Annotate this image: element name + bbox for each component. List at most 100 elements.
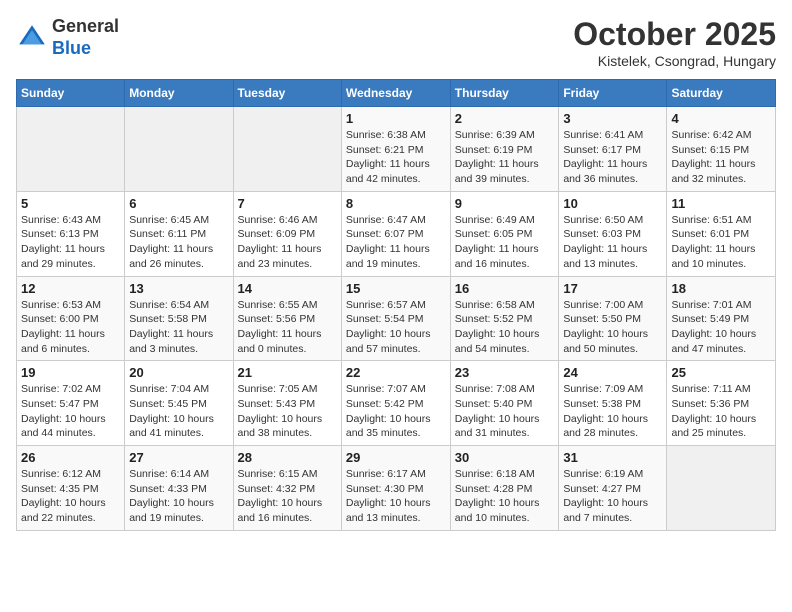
day-info: Sunrise: 6:19 AM Sunset: 4:27 PM Dayligh… xyxy=(563,467,662,526)
day-cell: 27 Sunrise: 6:14 AM Sunset: 4:33 PM Dayli… xyxy=(125,446,233,531)
day-cell: 21 Sunrise: 7:05 AM Sunset: 5:43 PM Dayli… xyxy=(233,361,341,446)
day-number: 13 xyxy=(129,281,228,296)
logo-general: General xyxy=(52,16,119,38)
weekday-header-monday: Monday xyxy=(125,80,233,107)
day-cell xyxy=(667,446,776,531)
day-cell: 14 Sunrise: 6:55 AM Sunset: 5:56 PM Dayli… xyxy=(233,276,341,361)
calendar-body: 1 Sunrise: 6:38 AM Sunset: 6:21 PM Daylig… xyxy=(17,107,776,531)
day-info: Sunrise: 7:08 AM Sunset: 5:40 PM Dayligh… xyxy=(455,382,555,441)
weekday-header-sunday: Sunday xyxy=(17,80,125,107)
day-info: Sunrise: 6:18 AM Sunset: 4:28 PM Dayligh… xyxy=(455,467,555,526)
day-info: Sunrise: 7:02 AM Sunset: 5:47 PM Dayligh… xyxy=(21,382,120,441)
day-number: 12 xyxy=(21,281,120,296)
day-number: 31 xyxy=(563,450,662,465)
day-info: Sunrise: 6:50 AM Sunset: 6:03 PM Dayligh… xyxy=(563,213,662,272)
calendar-header: SundayMondayTuesdayWednesdayThursdayFrid… xyxy=(17,80,776,107)
day-info: Sunrise: 6:55 AM Sunset: 5:56 PM Dayligh… xyxy=(238,298,337,357)
weekday-header-saturday: Saturday xyxy=(667,80,776,107)
day-cell: 17 Sunrise: 7:00 AM Sunset: 5:50 PM Dayli… xyxy=(559,276,667,361)
day-cell: 22Sunrise: 7:07 AM Sunset: 5:42 PM Dayli… xyxy=(341,361,450,446)
day-info: Sunrise: 6:51 AM Sunset: 6:01 PM Dayligh… xyxy=(671,213,771,272)
day-info: Sunrise: 7:04 AM Sunset: 5:45 PM Dayligh… xyxy=(129,382,228,441)
day-info: Sunrise: 6:17 AM Sunset: 4:30 PM Dayligh… xyxy=(346,467,446,526)
day-number: 5 xyxy=(21,196,120,211)
location: Kistelek, Csongrad, Hungary xyxy=(573,53,776,69)
day-cell: 23Sunrise: 7:08 AM Sunset: 5:40 PM Dayli… xyxy=(450,361,559,446)
day-number: 2 xyxy=(455,111,555,126)
week-row-3: 12 Sunrise: 6:53 AM Sunset: 6:00 PM Dayli… xyxy=(17,276,776,361)
day-info: Sunrise: 7:05 AM Sunset: 5:43 PM Dayligh… xyxy=(238,382,337,441)
day-info: Sunrise: 6:38 AM Sunset: 6:21 PM Dayligh… xyxy=(346,128,446,187)
day-cell: 2Sunrise: 6:39 AM Sunset: 6:19 PM Daylig… xyxy=(450,107,559,192)
day-number: 14 xyxy=(238,281,337,296)
day-number: 16 xyxy=(455,281,555,296)
day-number: 9 xyxy=(455,196,555,211)
day-info: Sunrise: 6:46 AM Sunset: 6:09 PM Dayligh… xyxy=(238,213,337,272)
day-cell: 19 Sunrise: 7:02 AM Sunset: 5:47 PM Dayli… xyxy=(17,361,125,446)
day-cell: 16Sunrise: 6:58 AM Sunset: 5:52 PM Dayli… xyxy=(450,276,559,361)
day-cell xyxy=(125,107,233,192)
week-row-1: 1 Sunrise: 6:38 AM Sunset: 6:21 PM Daylig… xyxy=(17,107,776,192)
week-row-2: 5 Sunrise: 6:43 AM Sunset: 6:13 PM Daylig… xyxy=(17,191,776,276)
day-info: Sunrise: 7:00 AM Sunset: 5:50 PM Dayligh… xyxy=(563,298,662,357)
day-number: 10 xyxy=(563,196,662,211)
day-cell: 5 Sunrise: 6:43 AM Sunset: 6:13 PM Daylig… xyxy=(17,191,125,276)
page-header: General Blue October 2025 Kistelek, Cson… xyxy=(16,16,776,69)
day-info: Sunrise: 6:42 AM Sunset: 6:15 PM Dayligh… xyxy=(671,128,771,187)
day-cell: 1 Sunrise: 6:38 AM Sunset: 6:21 PM Daylig… xyxy=(341,107,450,192)
day-cell: 20 Sunrise: 7:04 AM Sunset: 5:45 PM Dayli… xyxy=(125,361,233,446)
day-number: 6 xyxy=(129,196,228,211)
weekday-header-wednesday: Wednesday xyxy=(341,80,450,107)
day-cell: 30 Sunrise: 6:18 AM Sunset: 4:28 PM Dayli… xyxy=(450,446,559,531)
day-cell: 8Sunrise: 6:47 AM Sunset: 6:07 PM Daylig… xyxy=(341,191,450,276)
day-cell: 12 Sunrise: 6:53 AM Sunset: 6:00 PM Dayli… xyxy=(17,276,125,361)
day-cell: 3 Sunrise: 6:41 AM Sunset: 6:17 PM Daylig… xyxy=(559,107,667,192)
day-number: 20 xyxy=(129,365,228,380)
day-cell: 31 Sunrise: 6:19 AM Sunset: 4:27 PM Dayli… xyxy=(559,446,667,531)
day-number: 18 xyxy=(671,281,771,296)
day-cell: 6 Sunrise: 6:45 AM Sunset: 6:11 PM Daylig… xyxy=(125,191,233,276)
day-number: 24 xyxy=(563,365,662,380)
day-number: 7 xyxy=(238,196,337,211)
day-cell xyxy=(233,107,341,192)
day-info: Sunrise: 7:11 AM Sunset: 5:36 PM Dayligh… xyxy=(671,382,771,441)
day-cell: 26Sunrise: 6:12 AM Sunset: 4:35 PM Dayli… xyxy=(17,446,125,531)
day-cell: 11 Sunrise: 6:51 AM Sunset: 6:01 PM Dayli… xyxy=(667,191,776,276)
day-info: Sunrise: 6:53 AM Sunset: 6:00 PM Dayligh… xyxy=(21,298,120,357)
day-cell: 9Sunrise: 6:49 AM Sunset: 6:05 PM Daylig… xyxy=(450,191,559,276)
day-number: 4 xyxy=(671,111,771,126)
day-info: Sunrise: 7:09 AM Sunset: 5:38 PM Dayligh… xyxy=(563,382,662,441)
day-number: 15 xyxy=(346,281,446,296)
day-number: 11 xyxy=(671,196,771,211)
day-number: 25 xyxy=(671,365,771,380)
weekday-header-thursday: Thursday xyxy=(450,80,559,107)
day-info: Sunrise: 6:41 AM Sunset: 6:17 PM Dayligh… xyxy=(563,128,662,187)
month-title: October 2025 xyxy=(573,16,776,53)
day-number: 17 xyxy=(563,281,662,296)
logo: General Blue xyxy=(16,16,119,59)
weekday-header-row: SundayMondayTuesdayWednesdayThursdayFrid… xyxy=(17,80,776,107)
logo-blue: Blue xyxy=(52,38,119,60)
day-number: 19 xyxy=(21,365,120,380)
day-number: 28 xyxy=(238,450,337,465)
day-cell: 29Sunrise: 6:17 AM Sunset: 4:30 PM Dayli… xyxy=(341,446,450,531)
day-number: 3 xyxy=(563,111,662,126)
day-cell: 24 Sunrise: 7:09 AM Sunset: 5:38 PM Dayli… xyxy=(559,361,667,446)
day-cell xyxy=(17,107,125,192)
day-info: Sunrise: 6:43 AM Sunset: 6:13 PM Dayligh… xyxy=(21,213,120,272)
weekday-header-friday: Friday xyxy=(559,80,667,107)
day-number: 27 xyxy=(129,450,228,465)
weekday-header-tuesday: Tuesday xyxy=(233,80,341,107)
day-cell: 28Sunrise: 6:15 AM Sunset: 4:32 PM Dayli… xyxy=(233,446,341,531)
day-number: 30 xyxy=(455,450,555,465)
week-row-4: 19 Sunrise: 7:02 AM Sunset: 5:47 PM Dayli… xyxy=(17,361,776,446)
day-info: Sunrise: 6:14 AM Sunset: 4:33 PM Dayligh… xyxy=(129,467,228,526)
day-info: Sunrise: 6:54 AM Sunset: 5:58 PM Dayligh… xyxy=(129,298,228,357)
week-row-5: 26Sunrise: 6:12 AM Sunset: 4:35 PM Dayli… xyxy=(17,446,776,531)
day-number: 1 xyxy=(346,111,446,126)
logo-icon xyxy=(16,22,48,54)
day-info: Sunrise: 6:45 AM Sunset: 6:11 PM Dayligh… xyxy=(129,213,228,272)
day-number: 8 xyxy=(346,196,446,211)
day-number: 21 xyxy=(238,365,337,380)
day-cell: 10 Sunrise: 6:50 AM Sunset: 6:03 PM Dayli… xyxy=(559,191,667,276)
